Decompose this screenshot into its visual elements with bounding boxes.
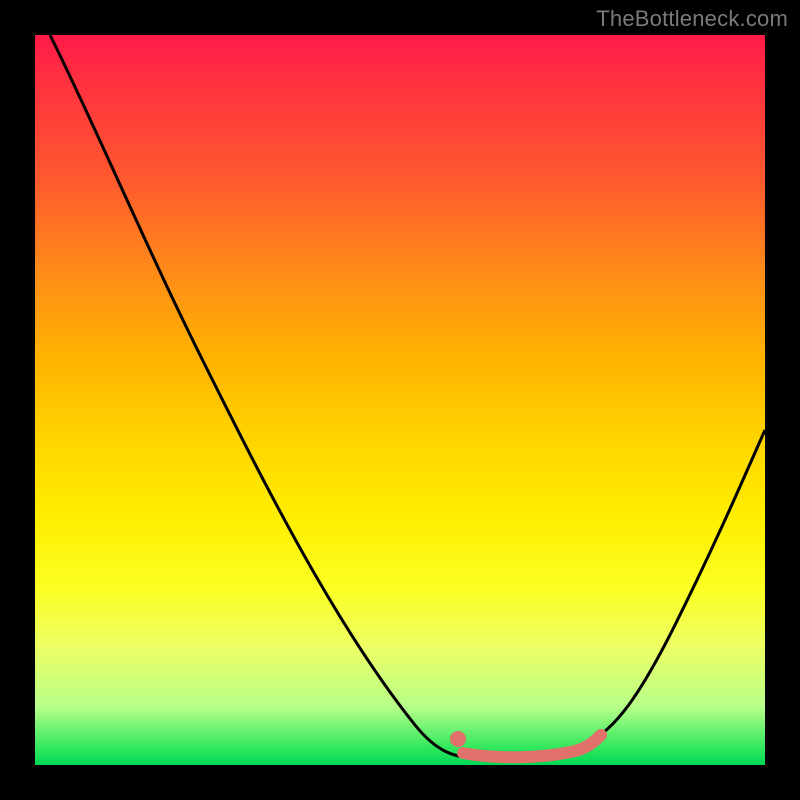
chart-svg <box>35 35 765 765</box>
highlight-dot <box>450 731 466 747</box>
highlight-segment <box>463 735 601 757</box>
chart-frame: TheBottleneck.com <box>0 0 800 800</box>
watermark-text: TheBottleneck.com <box>596 6 788 32</box>
bottleneck-curve <box>50 35 765 758</box>
plot-area <box>35 35 765 765</box>
